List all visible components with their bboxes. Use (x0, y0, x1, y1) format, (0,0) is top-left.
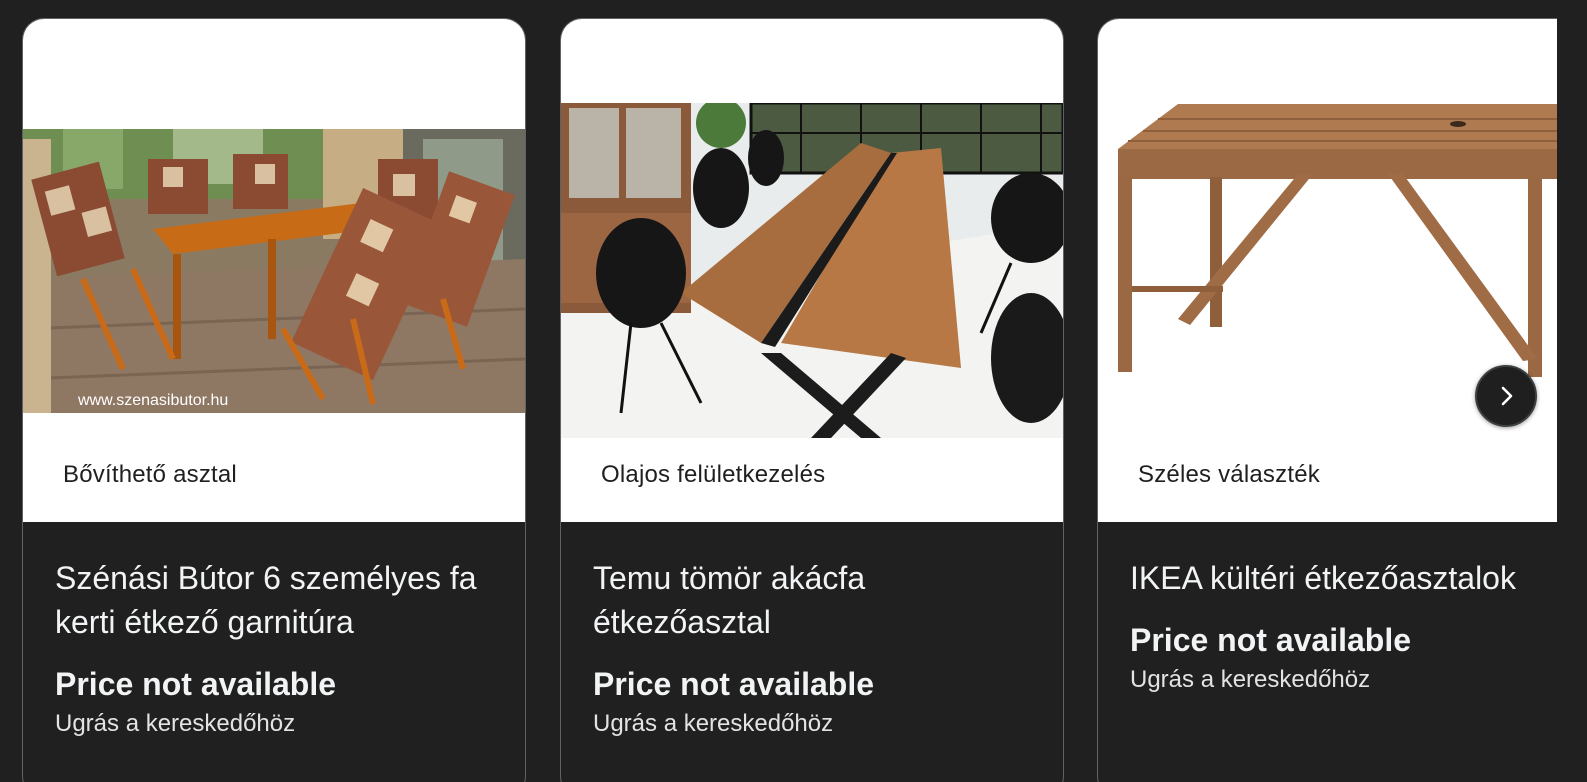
card-info: Szénási Bútor 6 személyes fa kerti étkez… (23, 522, 525, 740)
product-image-area: www.szenasibutor.hu Bővíthető asztal (23, 19, 525, 522)
product-title: Temu tömör akácfa étkezőasztal (593, 560, 866, 640)
carousel-next-button[interactable] (1475, 365, 1537, 427)
product-card[interactable]: Olajos felületkezelés Temu tömör akácfa … (560, 18, 1064, 782)
card-tagline: Bővíthető asztal (63, 461, 237, 488)
card-tagline: Olajos felületkezelés (601, 461, 826, 488)
card-info: IKEA kültéri étkezőasztalok Price not av… (1098, 522, 1557, 696)
product-image-area: Széles választék (1098, 19, 1557, 522)
product-card[interactable]: www.szenasibutor.hu Bővíthető asztal Szé… (22, 18, 526, 782)
product-image (561, 103, 1063, 438)
image-watermark: www.szenasibutor.hu (77, 392, 228, 409)
carousel-viewport: www.szenasibutor.hu Bővíthető asztal Szé… (0, 0, 1557, 782)
merchant-link[interactable]: Ugrás a kereskedőhöz (1130, 664, 1557, 696)
product-title: IKEA kültéri étkezőasztalok (1130, 560, 1516, 596)
chevron-right-icon (1501, 386, 1513, 406)
merchant-link[interactable]: Ugrás a kereskedőhöz (55, 708, 493, 740)
product-image-area: Olajos felületkezelés (561, 19, 1063, 522)
product-price: Price not available (1130, 622, 1412, 658)
merchant-link[interactable]: Ugrás a kereskedőhöz (593, 708, 1031, 740)
card-tagline: Széles választék (1138, 461, 1320, 488)
product-carousel: www.szenasibutor.hu Bővíthető asztal Szé… (0, 0, 1587, 782)
product-price: Price not available (593, 666, 875, 702)
product-title: Szénási Bútor 6 személyes fa kerti étkez… (55, 560, 477, 640)
product-price: Price not available (55, 666, 337, 702)
product-image: www.szenasibutor.hu (23, 129, 525, 413)
card-info: Temu tömör akácfa étkezőasztal Price not… (561, 522, 1063, 740)
